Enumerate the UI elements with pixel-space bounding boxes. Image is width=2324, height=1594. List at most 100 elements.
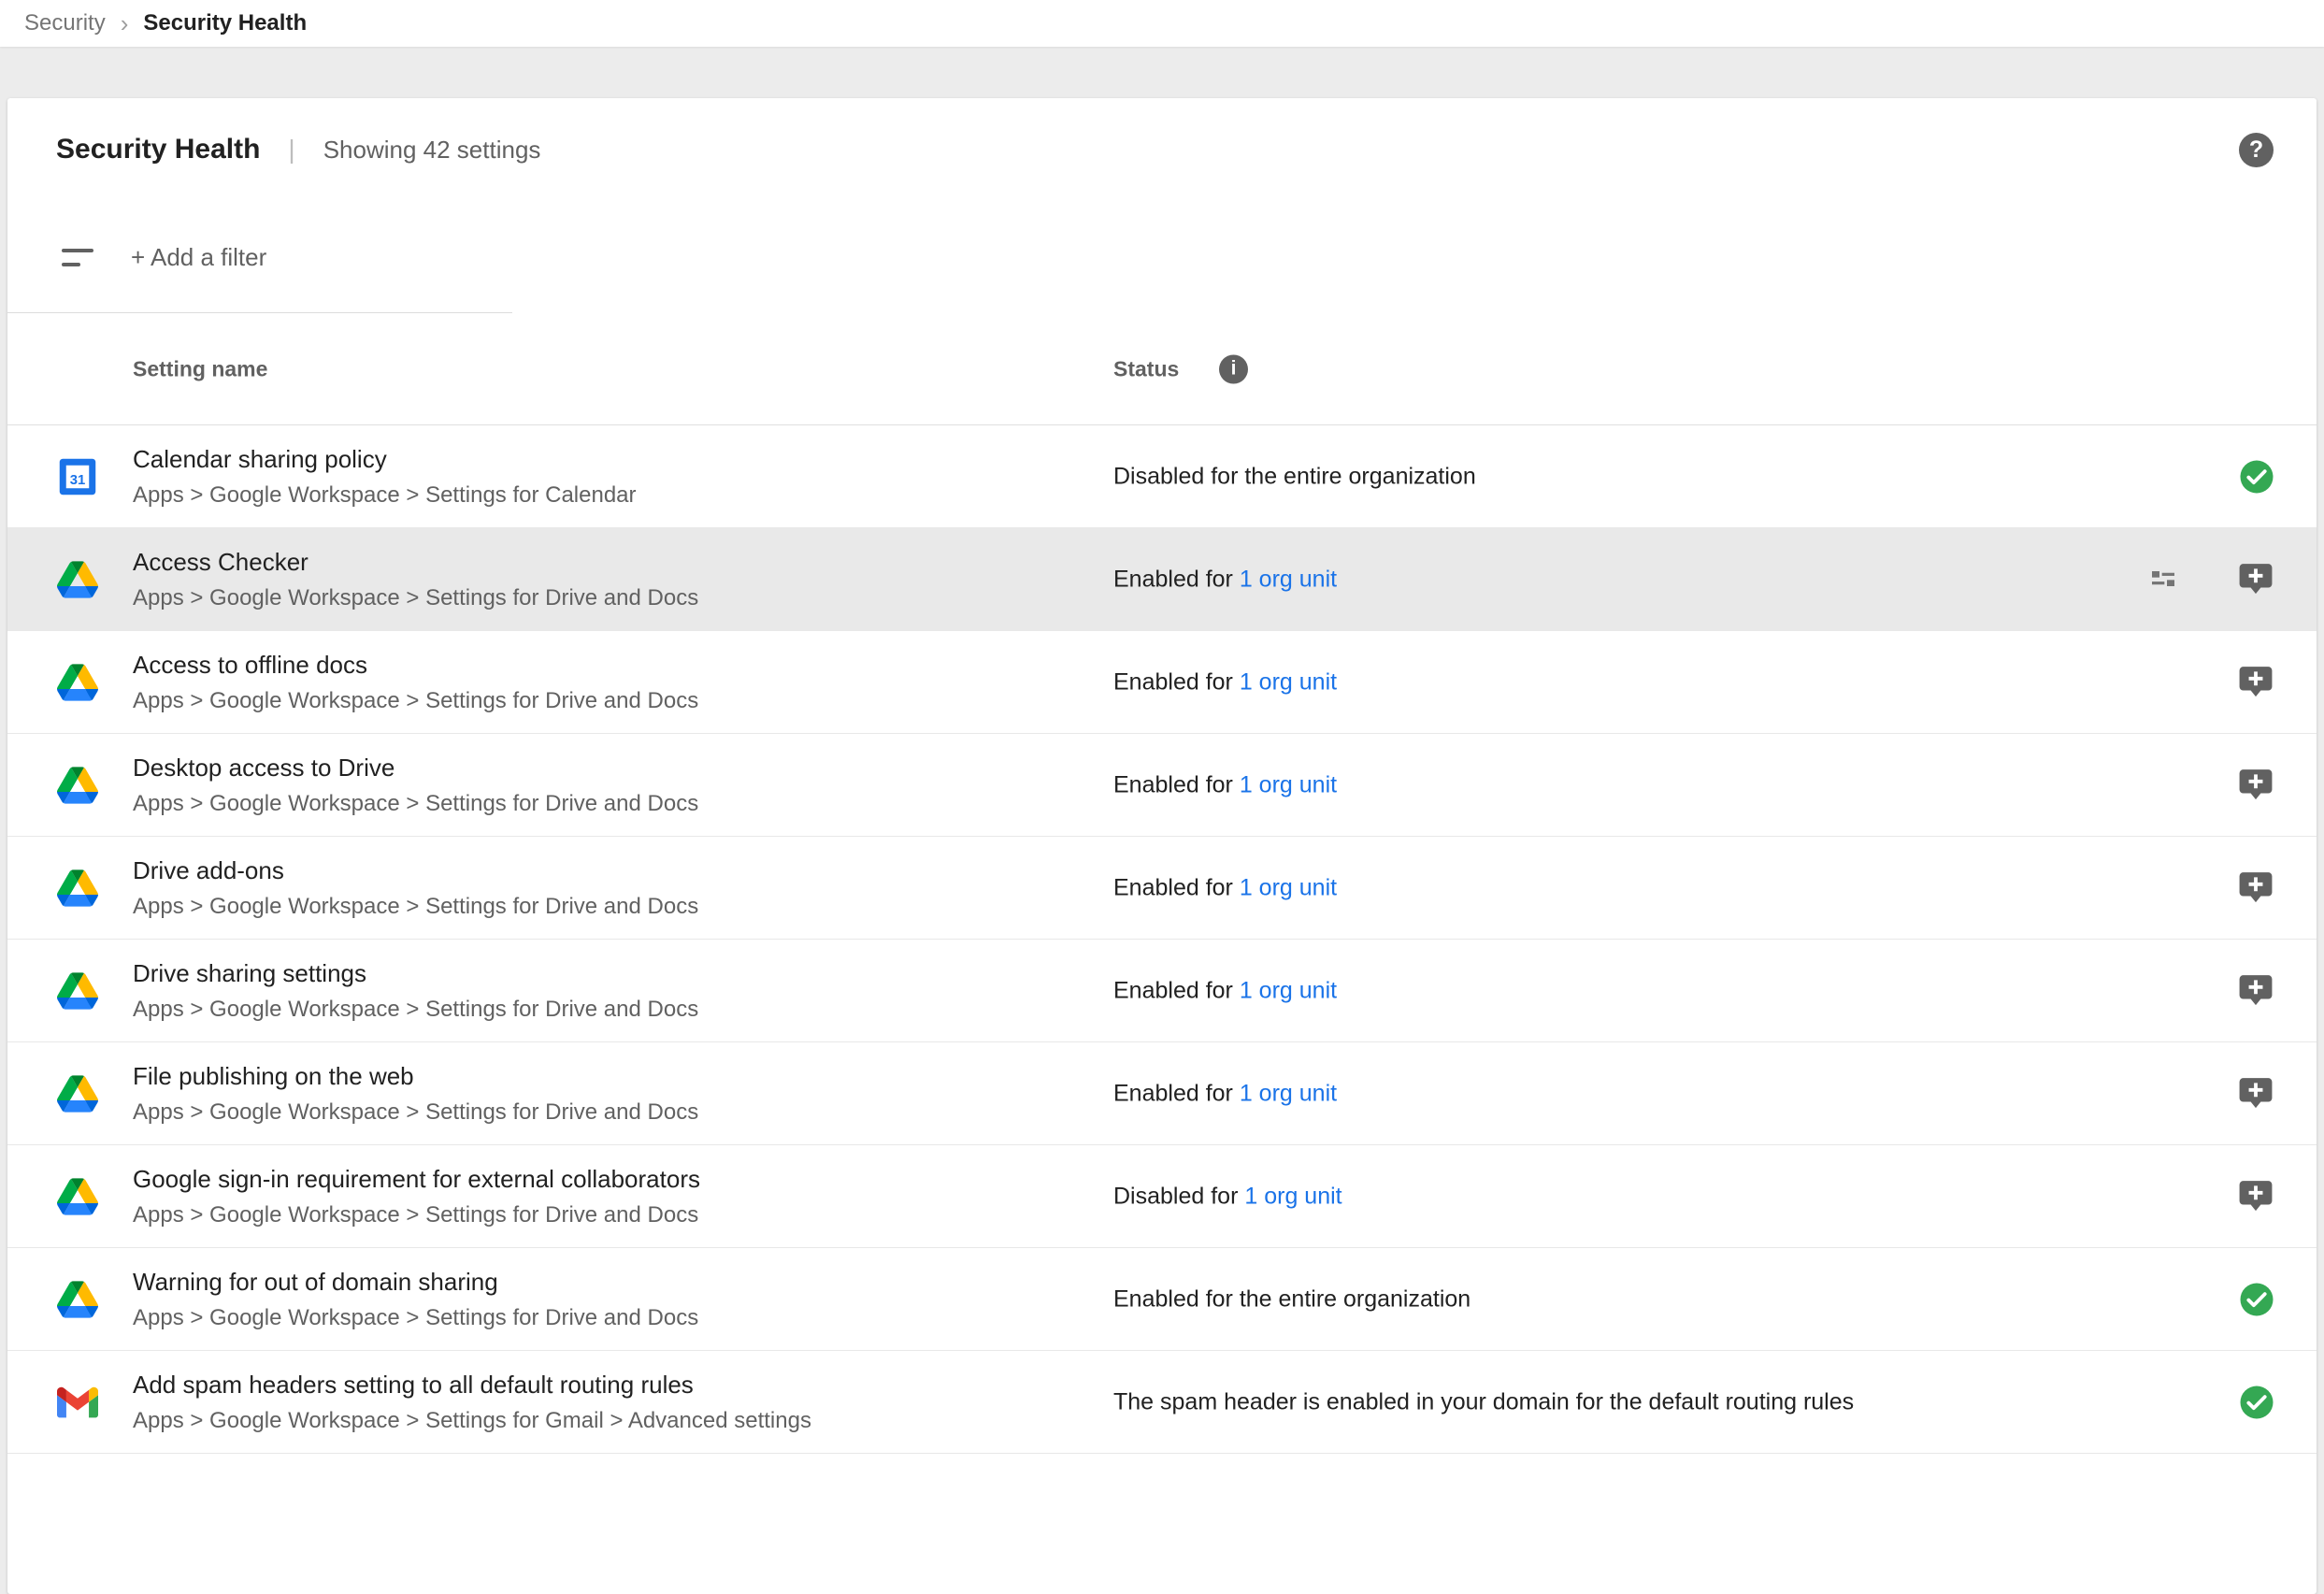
check-circle-icon (2238, 1384, 2275, 1421)
status-text: Enabled for (1113, 771, 1240, 797)
table-row[interactable]: Access to offline docs Apps > Google Wor… (7, 631, 2317, 734)
setting-path: Apps > Google Workspace > Settings for D… (133, 688, 698, 714)
svg-text:31: 31 (70, 472, 86, 487)
setting-name: Calendar sharing policy (133, 445, 637, 474)
setting-path: Apps > Google Workspace > Settings for D… (133, 585, 698, 611)
table-header: Setting name Status i (7, 313, 2317, 425)
status-text: Enabled for (1113, 874, 1240, 900)
google-drive-icon (56, 1072, 99, 1115)
org-unit-link[interactable]: 1 org unit (1240, 874, 1337, 900)
column-setting-name: Setting name (133, 356, 267, 381)
org-unit-icon (2148, 564, 2180, 596)
gmail-icon (56, 1381, 99, 1424)
org-unit-link[interactable]: 1 org unit (1240, 771, 1337, 797)
security-health-card: Security Health | Showing 42 settings ? … (7, 98, 2317, 1594)
status-text: Enabled for the entire organization (1113, 1285, 1470, 1312)
setting-path: Apps > Google Workspace > Settings for D… (133, 997, 698, 1023)
setting-path: Apps > Google Workspace > Settings for D… (133, 894, 698, 920)
status-cell: The spam header is enabled in your domai… (1113, 1388, 1854, 1415)
breadcrumb-current: Security Health (143, 10, 307, 36)
status-cell: Enabled for 1 org unit (1113, 668, 1337, 696)
setting-cell: Access Checker Apps > Google Workspace >… (133, 548, 698, 611)
status-cell: Enabled for 1 org unit (1113, 874, 1337, 901)
filter-bar: + Add a filter (7, 201, 2317, 313)
setting-cell: Drive add-ons Apps > Google Workspace > … (133, 856, 698, 920)
setting-name: Access Checker (133, 548, 698, 577)
table-row[interactable]: File publishing on the web Apps > Google… (7, 1042, 2317, 1145)
google-drive-icon (56, 558, 99, 601)
status-cell: Enabled for the entire organization (1113, 1285, 1470, 1313)
breadcrumb: Security › Security Health (0, 0, 2324, 47)
column-status: Status (1113, 356, 1179, 381)
setting-cell: File publishing on the web Apps > Google… (133, 1062, 698, 1126)
status-text: Disabled for the entire organization (1113, 463, 1476, 489)
status-text: Enabled for (1113, 1080, 1240, 1106)
status-cell: Disabled for 1 org unit (1113, 1183, 1342, 1210)
recommendation-badge-icon[interactable] (2238, 561, 2275, 598)
setting-cell: Google sign-in requirement for external … (133, 1165, 700, 1228)
table-row[interactable]: Access Checker Apps > Google Workspace >… (7, 528, 2317, 631)
setting-cell: Desktop access to Drive Apps > Google Wo… (133, 754, 698, 817)
google-drive-icon (56, 867, 99, 910)
setting-cell: Calendar sharing policy Apps > Google Wo… (133, 445, 637, 509)
org-unit-link[interactable]: 1 org unit (1240, 1080, 1337, 1106)
setting-cell: Add spam headers setting to all default … (133, 1371, 811, 1434)
google-drive-icon (56, 1175, 99, 1218)
setting-name: Add spam headers setting to all default … (133, 1371, 811, 1400)
check-circle-icon (2238, 458, 2275, 495)
breadcrumb-security[interactable]: Security (24, 10, 106, 36)
status-text: Enabled for (1113, 977, 1240, 1003)
org-unit-link[interactable]: 1 org unit (1240, 668, 1337, 695)
info-glyph: i (1231, 358, 1237, 381)
status-text: Enabled for (1113, 566, 1240, 592)
table-row[interactable]: Desktop access to Drive Apps > Google Wo… (7, 734, 2317, 837)
setting-name: File publishing on the web (133, 1062, 698, 1091)
setting-cell: Drive sharing settings Apps > Google Wor… (133, 959, 698, 1023)
table-row[interactable]: 31 Calendar sharing policy Apps > Google… (7, 425, 2317, 528)
status-text: Enabled for (1113, 668, 1240, 695)
setting-name: Access to offline docs (133, 651, 698, 680)
table-row[interactable]: Add spam headers setting to all default … (7, 1351, 2317, 1454)
recommendation-badge-icon[interactable] (2238, 1075, 2275, 1113)
help-icon[interactable]: ? (2239, 133, 2274, 167)
table-row[interactable]: Drive add-ons Apps > Google Workspace > … (7, 837, 2317, 940)
setting-name: Warning for out of domain sharing (133, 1268, 698, 1297)
org-unit-link[interactable]: 1 org unit (1240, 977, 1337, 1003)
help-glyph: ? (2249, 136, 2263, 164)
setting-path: Apps > Google Workspace > Settings for D… (133, 1099, 698, 1126)
add-filter-button[interactable]: + Add a filter (131, 243, 266, 272)
setting-cell: Warning for out of domain sharing Apps >… (133, 1268, 698, 1331)
status-text: Disabled for (1113, 1183, 1244, 1209)
org-unit-link[interactable]: 1 org unit (1244, 1183, 1341, 1209)
status-info-icon[interactable]: i (1219, 354, 1248, 383)
setting-path: Apps > Google Workspace > Settings for D… (133, 1202, 700, 1228)
google-drive-icon (56, 1278, 99, 1321)
breadcrumb-separator-icon: › (121, 11, 129, 36)
recommendation-badge-icon[interactable] (2238, 972, 2275, 1010)
status-cell: Enabled for 1 org unit (1113, 566, 1337, 593)
recommendation-badge-icon[interactable] (2238, 767, 2275, 804)
filter-icon (62, 249, 93, 266)
card-header: Security Health | Showing 42 settings ? (7, 98, 2317, 201)
table-row[interactable]: Drive sharing settings Apps > Google Wor… (7, 940, 2317, 1042)
table-row[interactable]: Warning for out of domain sharing Apps >… (7, 1248, 2317, 1351)
status-cell: Disabled for the entire organization (1113, 463, 1476, 490)
status-cell: Enabled for 1 org unit (1113, 1080, 1337, 1107)
google-calendar-icon: 31 (56, 455, 99, 498)
settings-list: 31 Calendar sharing policy Apps > Google… (7, 425, 2317, 1454)
google-drive-icon (56, 764, 99, 807)
recommendation-badge-icon[interactable] (2238, 869, 2275, 907)
org-unit-link[interactable]: 1 org unit (1240, 566, 1337, 592)
status-text: The spam header is enabled in your domai… (1113, 1388, 1854, 1414)
recommendation-badge-icon[interactable] (2238, 1178, 2275, 1215)
setting-name: Drive sharing settings (133, 959, 698, 988)
setting-path: Apps > Google Workspace > Settings for D… (133, 791, 698, 817)
settings-count: Showing 42 settings (323, 136, 541, 165)
table-row[interactable]: Google sign-in requirement for external … (7, 1145, 2317, 1248)
google-drive-icon (56, 661, 99, 704)
setting-cell: Access to offline docs Apps > Google Wor… (133, 651, 698, 714)
recommendation-badge-icon[interactable] (2238, 664, 2275, 701)
title-divider: | (288, 135, 294, 165)
status-cell: Enabled for 1 org unit (1113, 771, 1337, 798)
page-title: Security Health (56, 134, 260, 165)
